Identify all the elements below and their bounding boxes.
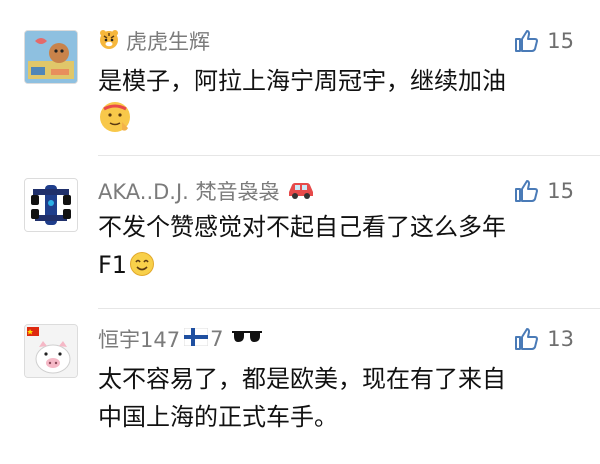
comment-text: 是模子，阿拉上海宁周冠宇，继续加油	[98, 62, 578, 144]
comment-line: 是模子，阿拉上海宁周冠宇，继续加油	[98, 67, 506, 95]
comment-3: 恒宇147 7 13 太不容易了，都是欧美，现在有了来自 中国上海的正式车手。	[0, 310, 600, 464]
avatar[interactable]	[24, 324, 78, 378]
like-count: 15	[547, 179, 574, 203]
comment-2: AKA..D.J. 梵音袅袅 15 不发个赞感觉对不起自己看了这么多年 F1	[0, 160, 600, 310]
thumbs-up-icon	[515, 328, 539, 350]
comment-text: 太不容易了，都是欧美，现在有了来自 中国上海的正式车手。	[98, 360, 578, 436]
tiger-icon	[98, 28, 120, 54]
username[interactable]: AKA..D.J. 梵音袅袅	[98, 176, 280, 206]
comment-text: 不发个赞感觉对不起自己看了这么多年 F1	[98, 208, 578, 288]
comment-line: F1	[98, 246, 578, 288]
avatar[interactable]	[24, 30, 78, 84]
comment-header: 虎虎生辉	[98, 26, 210, 56]
like-button[interactable]: 15	[513, 28, 574, 54]
divider	[98, 155, 600, 156]
comment-header: 恒宇147 7	[98, 324, 263, 354]
comment-line: 太不容易了，都是欧美，现在有了来自	[98, 365, 506, 393]
like-count: 15	[547, 29, 574, 53]
like-button[interactable]: 13	[513, 326, 574, 352]
comment-header: AKA..D.J. 梵音袅袅	[98, 176, 316, 206]
comment-line-text: F1	[98, 251, 128, 279]
salute-emoji-icon	[98, 100, 132, 145]
pig-flag-avatar-icon	[25, 325, 77, 377]
comment-line: 不发个赞感觉对不起自己看了这么多年	[98, 213, 506, 241]
like-button[interactable]: 15	[513, 178, 574, 204]
like-count: 13	[547, 327, 574, 351]
finland-flag-icon	[183, 327, 209, 350]
thumbs-up-icon	[515, 180, 539, 202]
username[interactable]: 虎虎生辉	[126, 26, 210, 56]
username-suffix: 7	[210, 327, 224, 351]
divider	[98, 308, 600, 309]
comment-line: 中国上海的正式车手。	[98, 403, 338, 431]
smile-emoji-icon	[129, 250, 155, 288]
comment-1: 虎虎生辉 15 是模子，阿拉上海宁周冠宇，继续加油	[0, 0, 600, 160]
comment-emoji-line	[98, 100, 578, 144]
car-icon	[286, 178, 316, 204]
avatar[interactable]	[24, 178, 78, 232]
sunglasses-icon	[231, 329, 263, 349]
f1-car-avatar-icon	[25, 179, 77, 231]
username[interactable]: 恒宇147	[98, 324, 180, 354]
tiger-collage-avatar-icon	[25, 31, 77, 83]
thumbs-up-icon	[515, 30, 539, 52]
